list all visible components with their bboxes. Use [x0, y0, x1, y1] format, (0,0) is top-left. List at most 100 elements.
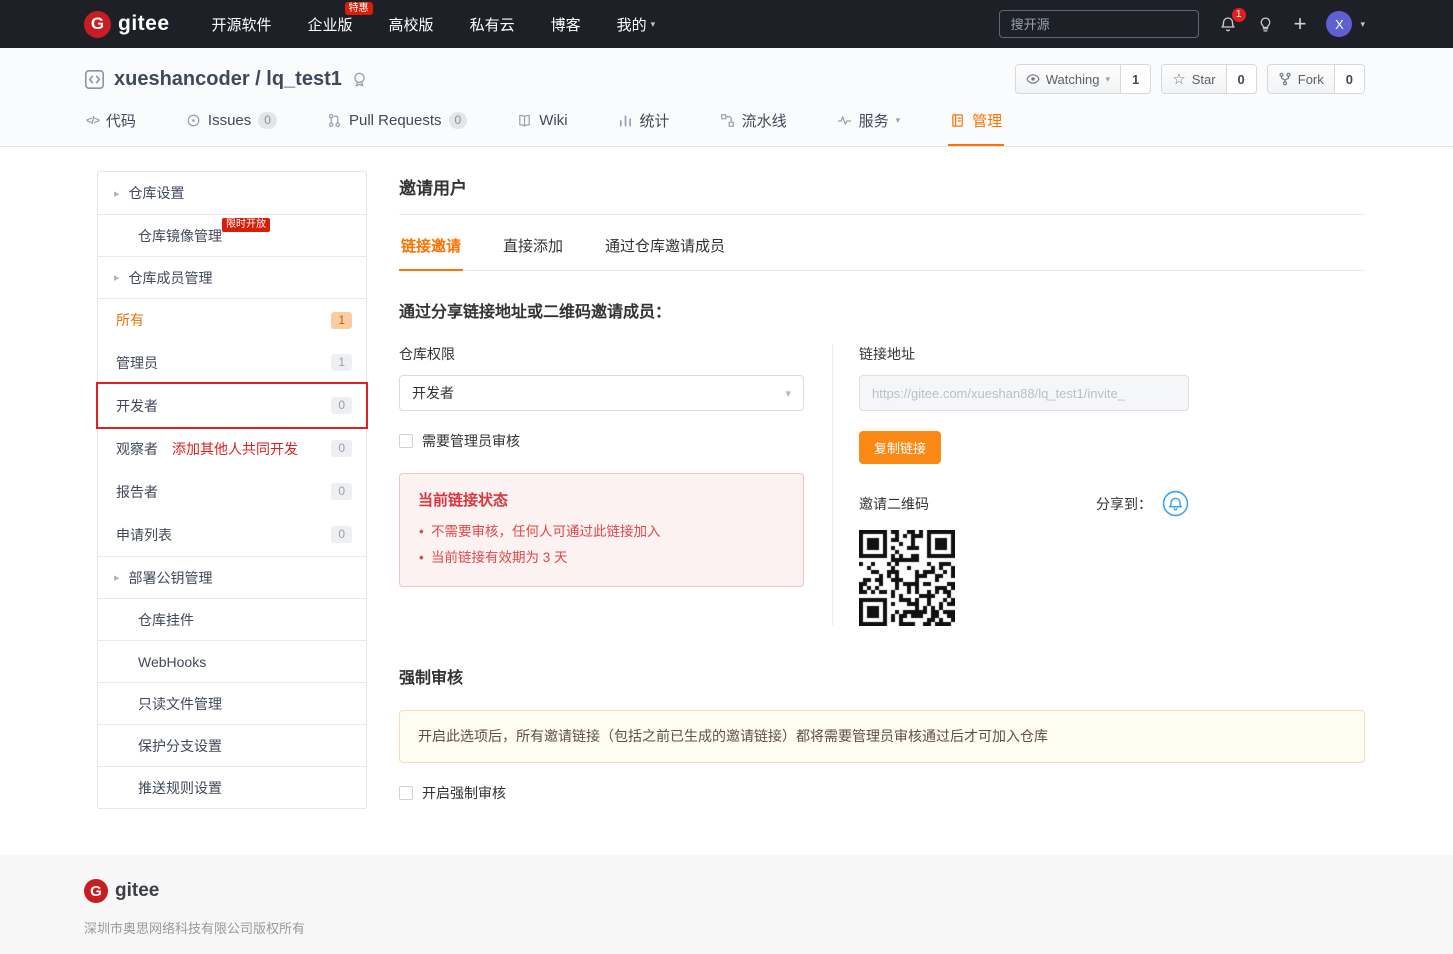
issues-count-pill: 0 — [258, 112, 277, 129]
star-count[interactable]: 0 — [1226, 65, 1256, 93]
force-review-checkbox[interactable]: 开启强制审核 — [399, 783, 1365, 803]
invite-tabs: 链接邀请 直接添加 通过仓库邀请成员 — [399, 215, 1365, 271]
permission-selected-value: 开发者 — [412, 385, 454, 401]
nav-item-education[interactable]: 高校版 — [389, 14, 434, 35]
fork-count[interactable]: 0 — [1334, 65, 1364, 93]
permission-select[interactable]: 开发者 ▾ — [399, 375, 804, 411]
notification-badge: 1 — [1231, 8, 1246, 22]
tab-link-invite[interactable]: 链接邀请 — [399, 215, 464, 271]
link-status-alert: 当前链接状态 不需要审核，任何人可通过此链接加入 当前链接有效期为 3 天 — [399, 473, 804, 587]
eye-icon — [1026, 74, 1040, 84]
certificate-icon — [354, 72, 365, 87]
user-menu[interactable]: X ▾ — [1326, 11, 1365, 37]
copyright-text: 深圳市奥思网络科技有限公司版权所有 — [84, 921, 306, 936]
chevron-down-icon: ▾ — [650, 18, 656, 29]
sidebar-item-protected-branches[interactable]: 保护分支设置 — [98, 724, 366, 766]
footer-logo[interactable]: G gitee — [84, 879, 1365, 903]
notifications-button[interactable]: 1 — [1219, 8, 1246, 33]
footer: G gitee 深圳市奥思网络科技有限公司版权所有 — [0, 855, 1453, 954]
repo-tab-issues[interactable]: Issues 0 — [184, 110, 279, 146]
settings-sidebar: ▸ 仓库设置 仓库镜像管理 限时开放 ▸ 仓库成员管理 所有 1 管理员 1 开… — [96, 171, 368, 809]
help-button[interactable] — [1257, 16, 1274, 33]
nav-item-blog[interactable]: 博客 — [551, 14, 581, 35]
tab-invite-from-repo[interactable]: 通过仓库邀请成员 — [603, 215, 727, 271]
issues-icon — [187, 114, 200, 127]
nav-item-opensource[interactable]: 开源软件 — [212, 14, 272, 35]
link-status-title: 当前链接状态 — [418, 492, 509, 509]
sidebar-item-readonly-files[interactable]: 只读文件管理 — [98, 682, 366, 724]
nav-item-enterprise[interactable]: 企业版 特惠 — [308, 1, 373, 35]
invite-user-panel: 邀请用户 链接邀请 直接添加 通过仓库邀请成员 通过分享链接地址或二维码邀请成员… — [399, 171, 1365, 803]
repo-icon — [84, 69, 105, 89]
gitee-logo-icon: G — [84, 879, 108, 903]
count-badge: 0 — [331, 526, 352, 543]
repo-tab-code[interactable]: </> 代码 — [84, 110, 138, 146]
section-title: 通过分享链接地址或二维码邀请成员： — [399, 304, 672, 321]
gitee-logo[interactable]: G gitee — [84, 10, 170, 38]
fork-control: Fork 0 — [1266, 64, 1365, 94]
qr-code — [859, 530, 955, 626]
watch-count[interactable]: 1 — [1121, 65, 1151, 93]
nav-item-private-cloud[interactable]: 私有云 — [470, 14, 515, 35]
sidebar-item-webhooks[interactable]: WebHooks — [98, 640, 366, 682]
force-review-notice: 开启此选项后，所有邀请链接（包括之前已生成的邀请链接）都将需要管理员审核通过后才… — [399, 710, 1365, 763]
chevron-down-icon: ▾ — [1360, 18, 1365, 29]
share-label: 分享到： — [1096, 495, 1152, 512]
count-badge: 0 — [331, 397, 352, 414]
repo-tab-wiki[interactable]: Wiki — [515, 110, 569, 146]
repo-tab-stats[interactable]: 统计 — [616, 110, 672, 146]
sidebar-item-mirror-manage[interactable]: 仓库镜像管理 限时开放 — [98, 214, 366, 256]
count-badge: 0 — [331, 483, 352, 500]
limited-time-badge: 限时开放 — [222, 218, 270, 232]
sidebar-item-observers[interactable]: 观察者 添加其他人共同开发 0 — [98, 427, 366, 470]
gitee-logo-icon: G — [84, 10, 111, 38]
repo-tab-services[interactable]: 服务 ▾ — [835, 110, 903, 146]
watch-button[interactable]: Watching ▾ — [1015, 65, 1121, 93]
sidebar-item-repo-settings[interactable]: ▸ 仓库设置 — [98, 172, 366, 214]
chevron-down-icon: ▾ — [895, 115, 901, 125]
sidebar-item-push-rules[interactable]: 推送规则设置 — [98, 766, 366, 808]
star-control: ☆ Star 0 — [1161, 64, 1257, 94]
copy-link-button[interactable]: 复制链接 — [859, 431, 942, 464]
code-icon: </> — [86, 114, 100, 127]
search-input[interactable] — [1008, 15, 1189, 33]
sidebar-item-widgets[interactable]: 仓库挂件 — [98, 598, 366, 640]
count-badge: 0 — [331, 440, 352, 457]
repo-tab-manage[interactable]: 管理 — [948, 110, 1005, 146]
sidebar-item-all-members[interactable]: 所有 1 — [98, 298, 366, 341]
require-review-checkbox[interactable]: 需要管理员审核 — [399, 431, 804, 451]
checkbox-box — [399, 786, 413, 800]
invite-link-input[interactable] — [859, 375, 1189, 411]
fork-button[interactable]: Fork — [1267, 65, 1335, 93]
nav-item-mine[interactable]: 我的 ▾ — [617, 14, 656, 35]
tab-direct-add[interactable]: 直接添加 — [501, 215, 565, 271]
repo-tab-pipeline[interactable]: 流水线 — [718, 110, 789, 146]
caret-right-icon: ▸ — [114, 272, 120, 284]
service-icon — [837, 116, 851, 125]
sidebar-item-reporters[interactable]: 报告者 0 — [98, 470, 366, 513]
fork-icon — [1279, 72, 1291, 86]
create-new-button[interactable]: + — [1294, 13, 1307, 35]
watch-control: Watching ▾ 1 — [1014, 64, 1152, 94]
primary-nav: 开源软件 企业版 特惠 高校版 私有云 博客 我的 ▾ — [212, 1, 656, 35]
share-dingtalk-icon[interactable] — [1162, 490, 1189, 517]
link-address-label: 链接地址 — [859, 346, 915, 362]
pull-request-icon — [328, 113, 341, 128]
annotation-text: 添加其他人共同开发 — [172, 440, 298, 457]
brand-text: gitee — [118, 12, 170, 35]
caret-right-icon: ▸ — [114, 187, 120, 200]
global-search — [998, 10, 1199, 38]
pr-count-pill: 0 — [448, 112, 468, 129]
sidebar-item-member-manage[interactable]: ▸ 仓库成员管理 — [98, 256, 366, 298]
wiki-icon — [519, 114, 531, 127]
count-badge: 1 — [331, 311, 352, 329]
link-status-item: 当前链接有效期为 3 天 — [418, 545, 785, 572]
repo-title[interactable]: xueshancoder / lq_test1 — [114, 68, 342, 91]
repo-tab-pull-requests[interactable]: Pull Requests 0 — [325, 110, 469, 146]
sidebar-item-deploy-keys[interactable]: ▸ 部署公钥管理 — [98, 556, 366, 598]
sidebar-item-admins[interactable]: 管理员 1 — [98, 341, 366, 384]
manage-icon — [952, 114, 963, 127]
star-button[interactable]: ☆ Star — [1162, 65, 1227, 93]
sidebar-item-applications[interactable]: 申请列表 0 — [98, 513, 366, 556]
sidebar-item-developers[interactable]: 开发者 0 — [96, 382, 368, 429]
